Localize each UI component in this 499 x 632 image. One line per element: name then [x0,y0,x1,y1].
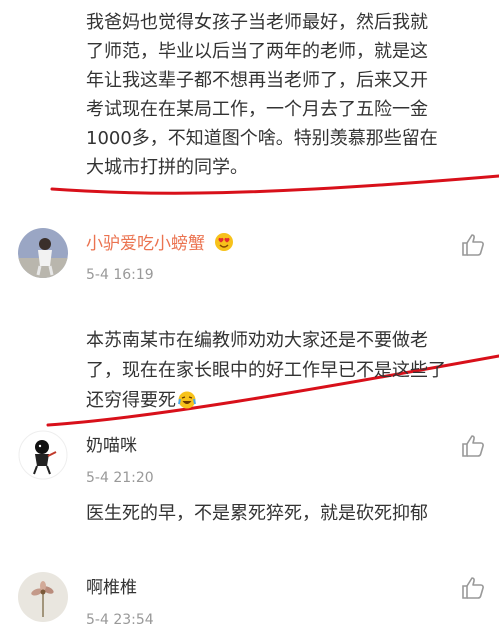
avatar[interactable] [18,572,68,622]
avatar[interactable] [18,228,68,278]
comment-text-content: 本苏南某市在编教师劝劝大家还是不要做老 了，现在在家长眼中的好工作早已不是这些了… [86,330,446,411]
avatar[interactable] [18,430,68,480]
comment-timestamp: 5-4 16:19 [86,267,154,283]
thumbs-up-icon[interactable] [460,575,486,601]
comment-text: 本苏南某市在编教师劝劝大家还是不要做老 了，现在在家长眼中的好工作早已不是这些了… [86,296,499,416]
username[interactable]: 小驴爱吃小螃蟹 [86,232,234,255]
comment-text-top: 我爸妈也觉得女孩子当老师最好，然后我就 了师范，毕业以后当了两年的老师，就是这 … [86,12,438,178]
comment-timestamp: 5-4 23:54 [86,612,154,628]
heart-eyes-emoji-icon [214,232,234,252]
comment-text: 医生死的早，不是累死猝死，就是砍死抑郁 [86,503,428,524]
thumbs-up-icon[interactable] [460,433,486,459]
laugh-cry-emoji-icon [178,389,196,409]
comment-timestamp: 5-4 21:20 [86,470,154,486]
thumbs-up-icon[interactable] [460,232,486,258]
username[interactable]: 啊椎椎 [86,577,137,599]
username-text: 小驴爱吃小螃蟹 [86,234,205,254]
username[interactable]: 奶喵咪 [86,435,137,457]
